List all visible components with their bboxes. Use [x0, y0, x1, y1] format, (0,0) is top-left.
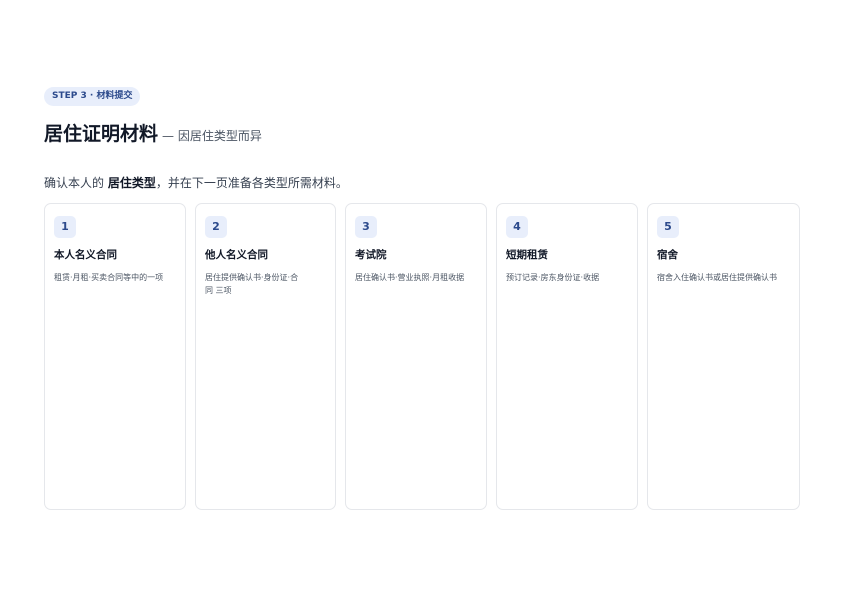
card-title: 他人名义合同 — [205, 249, 268, 261]
intro-suffix: ，并在下一页准备各类型所需材料。 — [155, 176, 348, 190]
card-description: 预订记录·房东身份证·收据 — [506, 273, 600, 282]
residence-type-card-others-contract[interactable]: 2 他人名义合同 居住提供确认书·身份证·合同 三项 — [195, 203, 336, 510]
intro-text: 确认本人的 居住类型，并在下一页准备各类型所需材料。 — [44, 174, 348, 191]
residence-type-cards: 1 本人名义合同 租赁·月租·买卖合同等中的一项 2 他人名义合同 居住提供确认… — [44, 203, 800, 510]
card-number-badge: 5 — [657, 216, 679, 238]
residence-type-card-dormitory[interactable]: 5 宿舍 宿舍入住确认书或居住提供确认书 — [647, 203, 800, 510]
page-title-main: 居住证明材料 — [44, 123, 159, 145]
card-number-badge: 4 — [506, 216, 528, 238]
card-title: 宿舍 — [657, 249, 678, 261]
card-title: 短期租赁 — [506, 249, 548, 261]
card-number-badge: 1 — [54, 216, 76, 238]
residence-type-card-own-contract[interactable]: 1 本人名义合同 租赁·月租·买卖合同等中的一项 — [44, 203, 186, 510]
intro-bold: 居住类型 — [107, 176, 156, 190]
step-badge: STEP 3 · 材料提交 — [44, 87, 141, 106]
page-subtitle: — 因居住类型而异 — [162, 129, 262, 143]
card-number-badge: 2 — [205, 216, 227, 238]
card-title: 考试院 — [355, 249, 387, 261]
card-description: 居住提供确认书·身份证·合同 三项 — [205, 273, 299, 295]
card-title: 本人名义合同 — [54, 249, 117, 261]
card-description: 租赁·月租·买卖合同等中的一项 — [54, 273, 164, 282]
page-title: 居住证明材料 — 因居住类型而异 — [44, 119, 262, 146]
intro-prefix: 确认本人的 — [44, 176, 108, 190]
card-description: 宿舍入住确认书或居住提供确认书 — [657, 273, 777, 282]
residence-type-card-short-term[interactable]: 4 短期租赁 预订记录·房东身份证·收据 — [496, 203, 638, 510]
residence-type-card-gosiwon[interactable]: 3 考试院 居住确认书·营业执照·月租收据 — [345, 203, 487, 510]
card-description: 居住确认书·营业执照·月租收据 — [355, 273, 465, 282]
card-number-badge: 3 — [355, 216, 377, 238]
